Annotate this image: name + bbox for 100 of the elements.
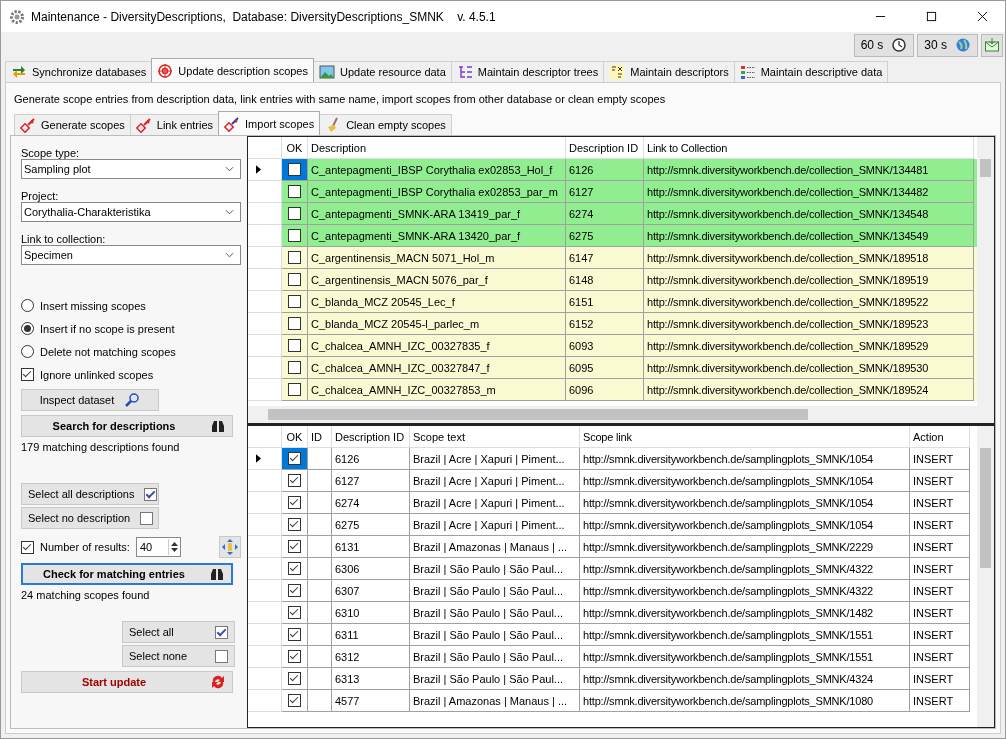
checkbox[interactable] xyxy=(288,540,301,553)
dropdown[interactable]: Sampling plot xyxy=(21,159,241,179)
tab[interactable]: Link entries xyxy=(129,114,220,135)
search-descriptions-button[interactable]: Search for descriptions xyxy=(21,415,233,437)
table-row[interactable]: C_blanda_MCZ 20545-l_parlec_m 6152 http://smnk.diversityworkbench.de/collection_SMNK/189523 xyxy=(248,313,977,335)
checkbox[interactable] xyxy=(288,207,301,220)
checkbox[interactable] xyxy=(288,361,301,374)
column-header[interactable]: OK xyxy=(282,426,308,448)
table-row[interactable]: C_argentinensis_MACN 5071_Hol_m 6147 http://smnk.diversityworkbench.de/collection_SMNK/189518 xyxy=(248,247,977,269)
column-header[interactable]: ID xyxy=(308,426,332,448)
checkbox[interactable] xyxy=(288,185,301,198)
checkbox[interactable] xyxy=(288,251,301,264)
check-matching-button[interactable]: Check for matching entries xyxy=(21,563,233,585)
tab[interactable]: Update description scopes xyxy=(151,58,314,82)
column-header[interactable]: Scope text xyxy=(410,426,580,448)
checkbox[interactable] xyxy=(288,273,301,286)
table-row[interactable]: C_antepagmenti_IBSP Corythalia ex02853_Hol_f 6126 http://smnk.diversityworkbench.de/collection_SMNK/134481 xyxy=(248,159,977,181)
tool-icon xyxy=(135,117,152,133)
table-cell: http://smnk.diversityworkbench.de/samplingplots_SMNK/1551 xyxy=(580,624,910,646)
row-header[interactable] xyxy=(248,159,282,181)
checkbox[interactable] xyxy=(288,694,301,707)
start-update-button[interactable]: Start update xyxy=(21,671,233,693)
checkbox[interactable] xyxy=(288,518,301,531)
column-header[interactable]: Description xyxy=(308,137,566,159)
timer-button[interactable]: 30 s xyxy=(917,33,978,57)
checkbox[interactable] xyxy=(288,562,301,575)
column-header[interactable]: Description ID xyxy=(566,137,644,159)
checkbox[interactable] xyxy=(288,317,301,330)
table-row[interactable]: C_blanda_MCZ 20545_Lec_f 6151 http://smnk.diversityworkbench.de/collection_SMNK/189522 xyxy=(248,291,977,313)
radio-button[interactable] xyxy=(21,322,34,335)
timer-button[interactable]: 60 s xyxy=(853,33,915,57)
number-field[interactable]: 40 xyxy=(135,537,181,557)
table-cell: 6275 xyxy=(332,514,410,536)
mail-button[interactable] xyxy=(981,33,1003,57)
table-cell: 6274 xyxy=(332,492,410,514)
checkbox[interactable] xyxy=(288,628,301,641)
checkbox[interactable] xyxy=(288,295,301,308)
table-cell: 6306 xyxy=(332,558,410,580)
close-icon[interactable] xyxy=(977,11,988,22)
move-button[interactable] xyxy=(219,536,241,558)
select-all-button[interactable]: Select all xyxy=(122,621,235,643)
table-row[interactable]: C_antepagmenti_IBSP Corythalia ex02853_par_m 6127 http://smnk.diversityworkbench.de/collection_SMNK/134482 xyxy=(248,181,977,203)
column-header[interactable]: Scope link xyxy=(580,426,910,448)
table-cell: INSERT xyxy=(910,668,970,690)
table-cell: INSERT xyxy=(910,492,970,514)
checkbox[interactable] xyxy=(288,606,301,619)
checkbox[interactable] xyxy=(288,339,301,352)
tab[interactable]: Maintain descriptors xyxy=(603,61,735,82)
table-row[interactable]: C_chalcea_AMNH_IZC_00327853_m 6096 http://smnk.diversityworkbench.de/collection_SMNK/189524 xyxy=(248,379,977,401)
checkbox[interactable] xyxy=(288,452,301,465)
radio-button[interactable] xyxy=(21,299,34,312)
table-cell: http://smnk.diversityworkbench.de/samplingplots_SMNK/1054 xyxy=(580,514,910,536)
checkbox[interactable] xyxy=(288,229,301,242)
column-header[interactable]: Description ID xyxy=(332,426,410,448)
checkbox[interactable] xyxy=(288,163,301,176)
checkbox[interactable] xyxy=(21,540,34,554)
tab[interactable]: Synchronize databases xyxy=(5,61,153,82)
table-row[interactable]: C_chalcea_AMNH_IZC_00327847_f 6095 http://smnk.diversityworkbench.de/collection_SMNK/189530 xyxy=(248,357,977,379)
checkbox[interactable] xyxy=(288,672,301,685)
select-no-description-button[interactable]: Select no description xyxy=(21,507,159,529)
column-header[interactable]: Link to Collection xyxy=(644,137,974,159)
table-cell: INSERT xyxy=(910,646,970,668)
table-row[interactable]: C_chalcea_AMNH_IZC_00327835_f 6093 http://smnk.diversityworkbench.de/collection_SMNK/189529 xyxy=(248,335,977,357)
table-cell: 6131 xyxy=(332,536,410,558)
select-none-button[interactable]: Select none xyxy=(122,645,235,667)
dropdown[interactable]: Corythalia-Charakteristika xyxy=(21,202,241,222)
tab[interactable]: Clean empty scopes xyxy=(319,114,452,135)
tab[interactable]: Update resource data xyxy=(313,61,452,82)
table-row[interactable]: C_antepagmenti_SMNK-ARA 13419_par_f 6274 http://smnk.diversityworkbench.de/collection_SMNK/134548 xyxy=(248,203,977,225)
tab[interactable]: Import scopes xyxy=(218,111,321,135)
dropdown[interactable]: Specimen xyxy=(21,245,241,265)
checkbox[interactable] xyxy=(21,368,34,381)
tab[interactable]: Maintain descriptive data xyxy=(733,61,889,82)
table-cell: Brazil | São Paulo | São Paul... xyxy=(410,668,580,690)
scrollbar[interactable] xyxy=(977,426,994,727)
column-header[interactable]: OK xyxy=(282,137,308,159)
radio-button[interactable] xyxy=(21,345,34,358)
column-header[interactable]: Action xyxy=(910,426,970,448)
table-cell: Brazil | São Paulo | São Paul... xyxy=(410,646,580,668)
checkbox[interactable] xyxy=(288,496,301,509)
table-cell: Brazil | Acre | Xapuri | Piment... xyxy=(410,470,580,492)
table-cell: Brazil | São Paulo | São Paul... xyxy=(410,624,580,646)
checkbox[interactable] xyxy=(288,474,301,487)
table-row[interactable]: C_antepagmenti_SMNK-ARA 13420_par_f 6275 http://smnk.diversityworkbench.de/collection_SMNK/134549 xyxy=(248,225,977,247)
tree-icon xyxy=(456,64,473,80)
row-header[interactable] xyxy=(248,448,282,470)
select-all-descriptions-button[interactable]: Select all descriptions xyxy=(21,483,159,505)
table-row[interactable]: C_argentinensis_MACN 5076_par_f 6148 http://smnk.diversityworkbench.de/collection_SMNK/189519 xyxy=(248,269,977,291)
tab[interactable]: Generate scopes xyxy=(14,114,131,135)
tool-icon xyxy=(224,115,241,132)
table-cell: http://smnk.diversityworkbench.de/samplingplots_SMNK/1054 xyxy=(580,448,910,470)
checkbox[interactable] xyxy=(288,383,301,396)
mail-icon xyxy=(984,37,1000,53)
table-cell: 6307 xyxy=(332,580,410,602)
maximize-icon[interactable] xyxy=(926,11,937,22)
checkbox[interactable] xyxy=(288,584,301,597)
scrollbar[interactable] xyxy=(977,137,994,406)
inspect-dataset-button[interactable]: Inspect dataset xyxy=(21,389,159,411)
checkbox[interactable] xyxy=(288,650,301,663)
scrollbar[interactable] xyxy=(248,406,994,423)
